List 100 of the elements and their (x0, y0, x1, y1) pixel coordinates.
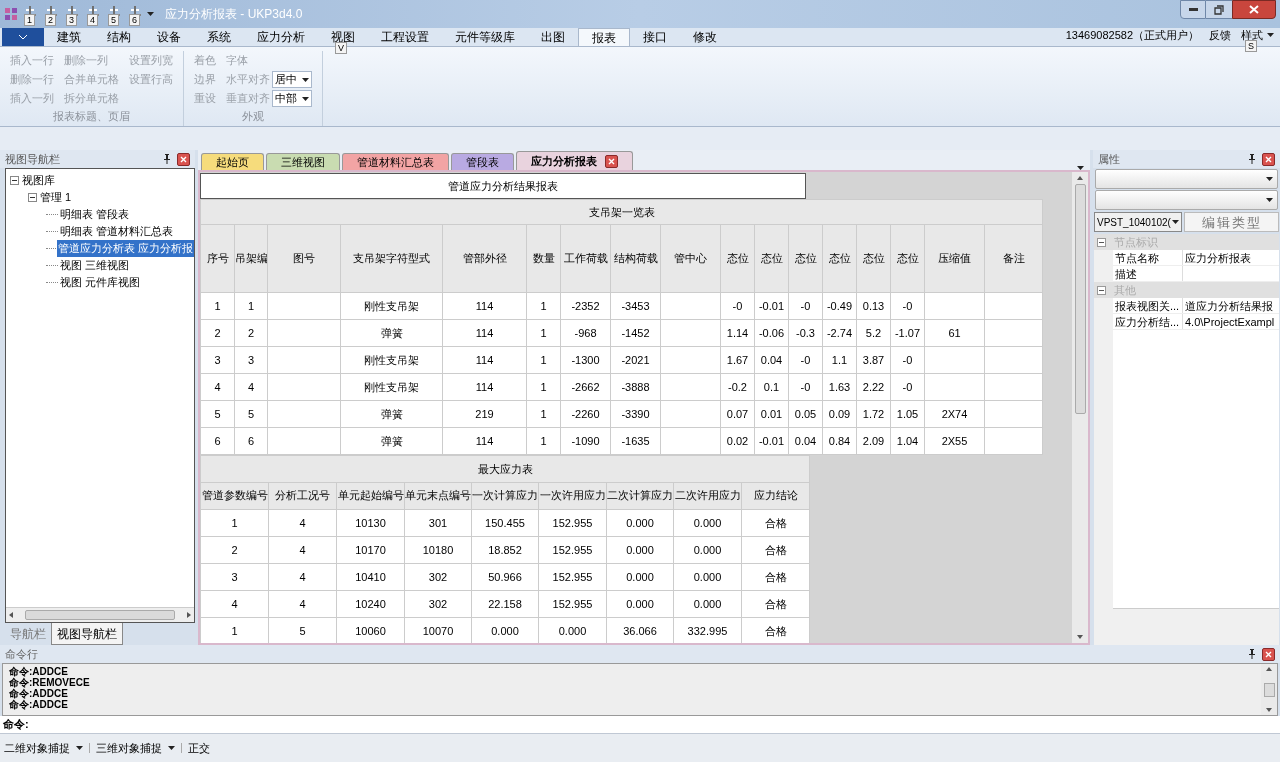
table-cell: 22.158 (471, 590, 539, 618)
ribbon-tab[interactable]: 工程设置 (368, 28, 442, 46)
vertical-scrollbar[interactable] (1072, 172, 1088, 643)
table-cell: 1 (234, 292, 268, 320)
status-toggle[interactable]: 二维对象捕捉 (4, 739, 83, 757)
table-cell: 152.955 (538, 590, 607, 618)
horizontal-scrollbar[interactable] (6, 607, 194, 622)
document-tab[interactable]: 应力分析报表 (516, 151, 633, 170)
table-cell: 0.05 (788, 400, 823, 428)
table-cell: 10170 (336, 536, 405, 564)
pin-icon[interactable] (1248, 649, 1256, 659)
restore-icon (1214, 4, 1224, 15)
table-cell: -2352 (560, 292, 611, 320)
pin-icon[interactable] (1248, 154, 1256, 164)
ribbon-tab[interactable]: 元件等级库 (442, 28, 528, 46)
tree-item[interactable]: 明细表 管道材料汇总表 (59, 223, 175, 240)
tree-item[interactable]: 视图库 (21, 172, 56, 189)
table-cell: 1.72 (856, 400, 891, 428)
ribbon-tab[interactable]: 修改 (680, 28, 730, 46)
column-header: 态位 (720, 224, 755, 293)
close-button[interactable] (1262, 647, 1275, 661)
table-cell: 1.63 (822, 373, 857, 401)
tree-item[interactable]: 视图 三维视图 (59, 257, 131, 274)
collapse-toggle[interactable] (1097, 285, 1106, 295)
command-input-field[interactable]: 命令: (0, 716, 1280, 733)
table-cell: 0.000 (606, 590, 674, 618)
edit-type-button[interactable]: 编辑类型 (1184, 212, 1279, 232)
collapse-toggle[interactable] (28, 193, 37, 202)
tree-item[interactable]: 管道应力分析表 应力分析报 (56, 240, 194, 257)
pin-icon[interactable] (163, 154, 171, 164)
table-cell: 3 (234, 346, 268, 374)
status-toggle[interactable]: 三维对象捕捉 (96, 739, 175, 757)
scroll-right-icon[interactable] (187, 612, 191, 618)
ribbon-tab[interactable]: 设备 (144, 28, 194, 46)
tree-item[interactable]: 视图 元件库视图 (59, 274, 142, 291)
toolbar-layer-icon[interactable] (65, 4, 79, 16)
toolbar-layer-icon[interactable] (128, 4, 142, 16)
toolbar-layer-icon[interactable] (44, 4, 58, 16)
app-logo-icon (4, 7, 18, 21)
table-cell: 10240 (336, 590, 405, 618)
tree-item[interactable]: 明细表 管段表 (59, 206, 131, 223)
property-value[interactable]: 4.0\ProjectExampl (1183, 314, 1277, 329)
minimize-button[interactable] (1180, 0, 1206, 19)
table-cell: 0.000 (606, 509, 674, 537)
command-prompt: 命令: (3, 717, 29, 733)
scroll-up-icon[interactable] (1266, 667, 1272, 671)
command-history-line: 命令:ADDCE (9, 688, 69, 699)
minus-icon (1099, 239, 1104, 245)
document-tab[interactable]: 管段表 (451, 153, 514, 170)
table-cell: -1452 (610, 319, 661, 347)
tree-item[interactable]: 管理 1 (39, 189, 73, 206)
scroll-left-icon[interactable] (9, 612, 13, 618)
toolbar-layer-icon[interactable] (86, 4, 100, 16)
table-cell: 0.84 (822, 427, 857, 455)
table-cell: -0 (788, 292, 823, 320)
close-button[interactable] (177, 152, 190, 166)
scroll-up-icon[interactable] (1077, 176, 1083, 180)
column-header: 数量 (526, 224, 561, 293)
table-cell: 114 (442, 292, 527, 320)
table-cell: -0.49 (822, 292, 857, 320)
close-window-button[interactable] (1232, 0, 1276, 19)
document-tab[interactable]: 起始页 (201, 153, 264, 170)
status-toggle[interactable]: 正交 (188, 739, 210, 757)
vertical-scrollbar[interactable] (1261, 664, 1277, 715)
scroll-down-icon[interactable] (1077, 635, 1083, 639)
table-cell: 1.14 (720, 319, 755, 347)
table-cell: -3390 (610, 400, 661, 428)
column-header: 压缩值 (924, 224, 985, 293)
collapse-toggle[interactable] (10, 176, 19, 185)
panel-tab[interactable]: 导航栏 (5, 623, 51, 645)
keytip-badge: 4 (87, 14, 98, 26)
customize-caret-icon (147, 12, 154, 16)
close-button[interactable] (605, 154, 618, 168)
toolbar-layer-icon[interactable] (23, 4, 37, 16)
panel-tab[interactable]: 视图导航栏 (51, 623, 123, 645)
ribbon-tab[interactable]: 出图 (528, 28, 578, 46)
table-cell: 0.07 (720, 400, 755, 428)
restore-button[interactable] (1206, 0, 1232, 19)
collapse-toggle[interactable] (1097, 237, 1106, 247)
ribbon-tab[interactable]: 结构 (94, 28, 144, 46)
document-tab[interactable]: 三维视图 (266, 153, 340, 170)
table-cell: 合格 (741, 536, 810, 564)
column-header: 管中心 (660, 224, 721, 293)
feedback-link[interactable]: 反馈 (1209, 26, 1231, 43)
column-header: 序号 (200, 224, 235, 293)
window-title: 应力分析报表 - UKP3d4.0 (165, 6, 303, 23)
ribbon-tab[interactable]: 接口 (630, 28, 680, 46)
property-value[interactable]: 道应力分析结果报 (1183, 298, 1275, 313)
property-value[interactable]: 应力分析报表 (1183, 250, 1253, 265)
table-cell: 4 (200, 373, 235, 401)
ribbon-tab[interactable]: 系统 (194, 28, 244, 46)
close-button[interactable] (1262, 152, 1275, 166)
document-tab[interactable]: 管道材料汇总表 (342, 153, 449, 170)
toolbar-layer-icon[interactable] (107, 4, 121, 16)
type-selector[interactable]: VPST_1040102( (1094, 212, 1182, 232)
panel-title: 命令行 (5, 646, 38, 662)
ribbon-tab[interactable]: 应力分析 (244, 28, 318, 46)
scroll-down-icon[interactable] (1266, 708, 1272, 712)
ribbon-tab[interactable]: 建筑 (44, 28, 94, 46)
table-cell: 2.09 (856, 427, 891, 455)
